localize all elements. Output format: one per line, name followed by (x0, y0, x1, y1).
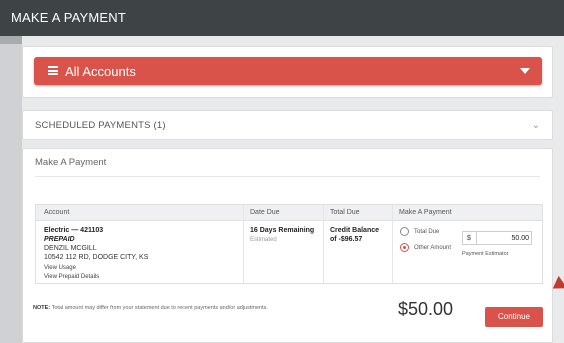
column-header-date-due: Date Due (250, 209, 280, 216)
total-due-line1: Credit Balance (330, 227, 380, 234)
account-selector-dropdown[interactable]: All Accounts (34, 57, 542, 85)
payment-estimator-link[interactable]: Payment Estimator (462, 250, 508, 259)
total-due-radio[interactable] (400, 227, 409, 236)
account-type: PREPAID (44, 236, 75, 243)
top-bar: MAKE A PAYMENT (0, 0, 564, 36)
total-due-line2: of -$96.57 (330, 236, 363, 243)
column-divider (392, 205, 393, 283)
other-amount-option-label: Other Amount (414, 245, 452, 251)
chevron-down-icon[interactable]: ⌄ (532, 120, 540, 131)
view-usage-link[interactable]: View Usage (44, 264, 76, 273)
customer-name: DENZIL MCGILL (44, 245, 97, 252)
amount-field[interactable]: $ (462, 231, 532, 245)
date-due-note: Estimated (250, 237, 277, 243)
service-address: 10542 112 RD, DODGE CITY, KS (44, 254, 149, 261)
total-due-option-label: Total Due (414, 229, 440, 235)
left-sidebar-edge (0, 36, 22, 343)
caret-down-icon (520, 68, 530, 74)
make-payment-card: Make A Payment Account Date Due Total Du… (22, 148, 553, 343)
date-due-value: 16 Days Remaining (250, 227, 315, 234)
field-divider (476, 232, 477, 244)
account-name: Electric — 421103 (44, 227, 104, 234)
note-label: NOTE: (33, 305, 51, 311)
amount-input[interactable] (479, 233, 529, 243)
page-title: MAKE A PAYMENT (11, 10, 127, 25)
currency-symbol: $ (467, 235, 471, 242)
account-selector-label: All Accounts (65, 64, 136, 79)
payment-table: Account Date Due Total Due Make A Paymen… (35, 204, 543, 284)
sidebar-notch (0, 36, 22, 44)
column-divider (323, 205, 324, 283)
note-text: Total amount may differ from your statem… (51, 305, 268, 311)
view-prepaid-details-link[interactable]: View Prepaid Details (44, 273, 99, 282)
continue-button[interactable]: Continue (485, 307, 543, 327)
scheduled-payments-panel[interactable]: SCHEDULED PAYMENTS (1) ⌄ (22, 110, 553, 140)
divider (35, 176, 540, 177)
scheduled-payments-label: SCHEDULED PAYMENTS (1) (35, 120, 166, 131)
column-header-total-due: Total Due (330, 209, 360, 216)
make-payment-heading: Make A Payment (35, 157, 107, 168)
table-header: Account Date Due Total Due Make A Paymen… (36, 205, 542, 221)
account-selector-card: All Accounts (22, 46, 553, 98)
menu-icon (48, 66, 58, 75)
payment-note: NOTE: Total amount may differ from your … (33, 305, 268, 311)
other-amount-radio[interactable] (400, 243, 409, 252)
column-divider (243, 205, 244, 283)
column-header-make-payment: Make A Payment (399, 209, 452, 216)
payment-total: $50.00 (398, 299, 454, 319)
column-header-account: Account (44, 209, 70, 216)
